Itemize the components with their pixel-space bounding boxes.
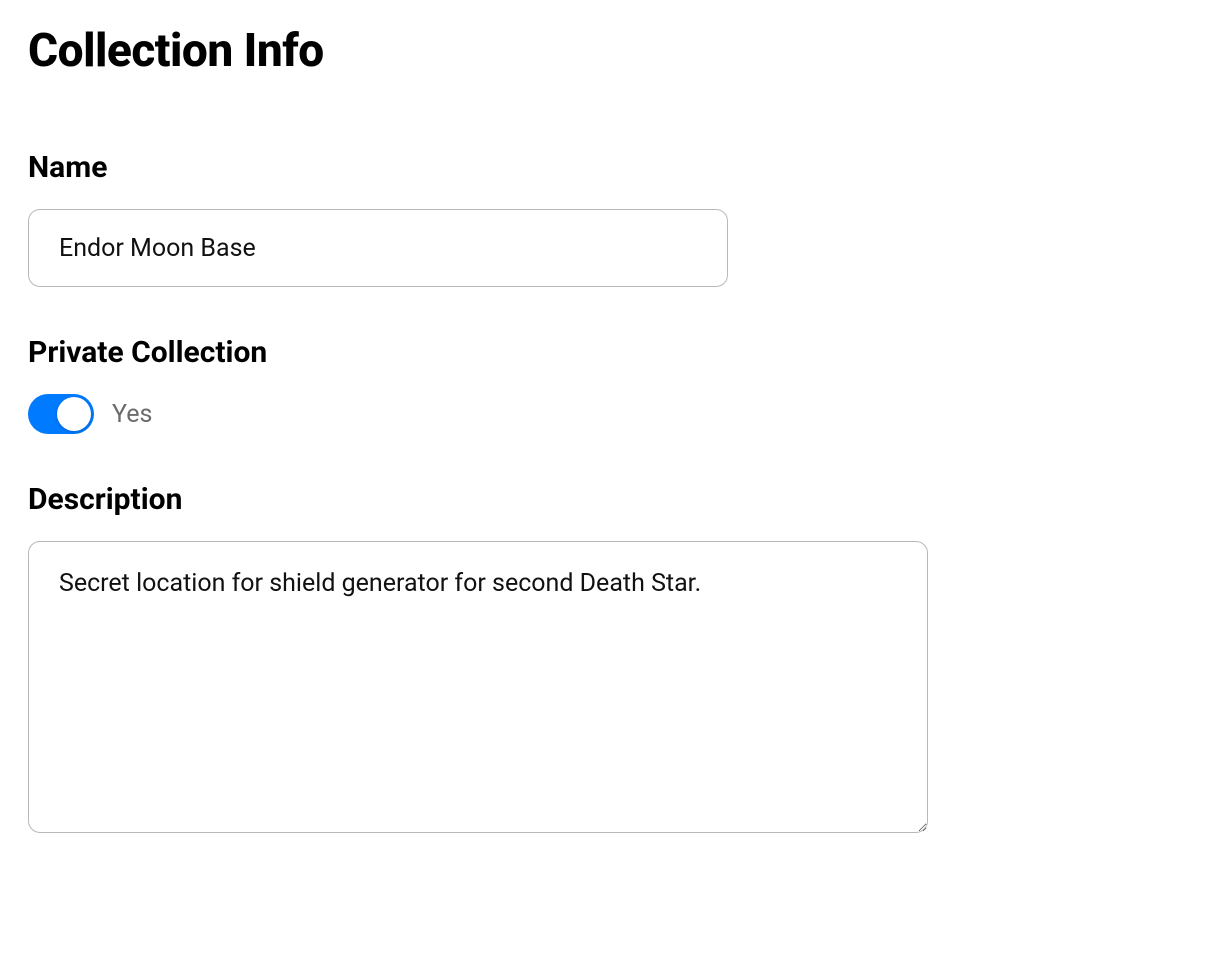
private-toggle-row: Yes (28, 394, 1180, 434)
name-field-group: Name (28, 150, 1180, 287)
description-field-group: Description (28, 482, 1180, 837)
description-label: Description (28, 482, 1180, 517)
page-title: Collection Info (28, 24, 1180, 78)
name-input[interactable] (28, 209, 728, 287)
private-field-group: Private Collection Yes (28, 335, 1180, 434)
private-toggle[interactable] (28, 394, 94, 434)
description-textarea[interactable] (28, 541, 928, 833)
private-toggle-state: Yes (112, 400, 152, 429)
toggle-knob (57, 397, 91, 431)
private-label: Private Collection (28, 335, 1180, 370)
name-label: Name (28, 150, 1180, 185)
